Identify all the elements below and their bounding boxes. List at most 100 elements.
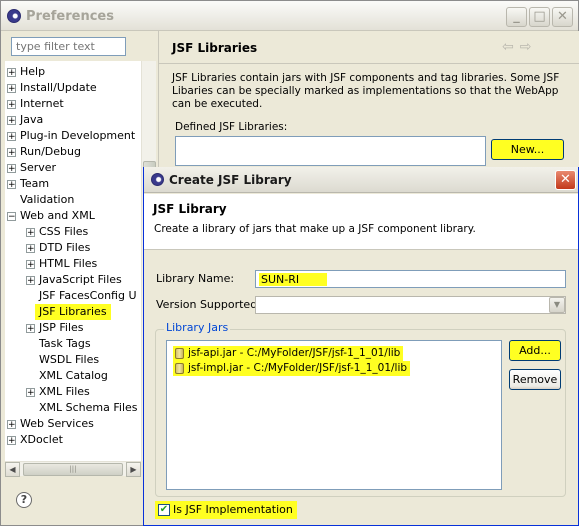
filter-input[interactable]	[11, 37, 126, 56]
tree-item-label: Server	[20, 161, 57, 174]
tree-item[interactable]: + Team	[5, 176, 141, 192]
preferences-tree[interactable]: + Help + Install/Update + Internet + Java + Plug-…	[5, 61, 141, 461]
close-button[interactable]: ✕	[552, 7, 573, 27]
jar-icon	[175, 363, 184, 374]
defined-libraries-list[interactable]	[175, 136, 486, 166]
tree-item-label: JSP Files	[39, 321, 84, 334]
tree-item-label: Web and XML	[20, 209, 95, 222]
tree-item[interactable]: + JSP Files	[5, 320, 141, 336]
chevron-left-icon: ◀	[9, 465, 16, 474]
add-jar-button[interactable]: Add...	[509, 340, 561, 361]
page-description: JSF Libraries contain jars with JSF comp…	[172, 72, 560, 110]
tree-item[interactable]: XML Schema Files	[5, 400, 141, 416]
eclipse-icon	[7, 9, 21, 23]
tree-item[interactable]: + HTML Files	[5, 256, 141, 272]
tree-item-label: JSF Libraries	[35, 304, 111, 320]
library-name-input[interactable]: SUN-RI	[255, 270, 566, 288]
tree-item-label: HTML Files	[39, 257, 98, 270]
tree-item[interactable]: Task Tags	[5, 336, 141, 352]
version-supported-label: Version Supported:	[156, 298, 261, 311]
tree-item[interactable]: − Web and XML	[5, 208, 141, 224]
jar-label: jsf-api.jar - C:/MyFolder/JSF/jsf-1_1_01…	[188, 347, 401, 359]
tree-item-label: CSS Files	[39, 225, 89, 238]
tree-item-label: Team	[20, 177, 50, 190]
tree-item-label: DTD Files	[39, 241, 91, 254]
expand-icon[interactable]: +	[7, 164, 16, 174]
checkbox-checked-icon[interactable]: ✔	[158, 504, 170, 516]
expand-icon[interactable]: +	[7, 100, 16, 110]
expand-icon[interactable]: +	[7, 436, 16, 446]
tree-item-label: WSDL Files	[39, 353, 100, 366]
maximize-icon: □	[533, 9, 546, 24]
minimize-button[interactable]: _	[506, 7, 527, 27]
chevron-down-icon[interactable]: ▼	[549, 297, 565, 313]
is-jsf-implementation-checkbox[interactable]: ✔ Is JSF Implementation	[155, 501, 297, 519]
expand-icon[interactable]: +	[7, 84, 16, 94]
dialog-title: Create JSF Library	[169, 173, 292, 187]
expand-icon[interactable]: +	[7, 68, 16, 78]
remove-jar-button[interactable]: Remove	[509, 369, 561, 390]
tree-item[interactable]: + Web Services	[5, 416, 141, 432]
tree-item[interactable]: + Plug-in Development	[5, 128, 141, 144]
expand-icon[interactable]: +	[26, 260, 35, 270]
tree-item[interactable]: XML Catalog	[5, 368, 141, 384]
header-separator	[159, 63, 579, 64]
defined-libraries-label: Defined JSF Libraries:	[175, 121, 288, 133]
tree-item-label: XDoclet	[20, 433, 63, 446]
dialog-titlebar[interactable]: Create JSF Library ✕	[144, 167, 578, 193]
tree-item-label: XML Files	[39, 385, 90, 398]
tree-item[interactable]: WSDL Files	[5, 352, 141, 368]
tree-item[interactable]: + Internet	[5, 96, 141, 112]
forward-arrow-icon[interactable]: ⇨	[520, 39, 538, 55]
tree-item[interactable]: + XML Files	[5, 384, 141, 400]
expand-icon[interactable]: +	[26, 244, 35, 254]
expand-icon[interactable]: +	[26, 228, 35, 238]
expand-icon[interactable]: +	[7, 148, 16, 158]
expand-icon[interactable]: +	[7, 132, 16, 142]
tree-item[interactable]: + Help	[5, 64, 141, 80]
library-name-label: Library Name:	[156, 272, 235, 285]
collapse-icon[interactable]: −	[7, 212, 16, 222]
tree-item[interactable]: + Install/Update	[5, 80, 141, 96]
tree-item[interactable]: + XDoclet	[5, 432, 141, 448]
chevron-right-icon: ▶	[130, 465, 137, 474]
version-supported-select[interactable]: ▼	[255, 296, 566, 314]
horizontal-scroll-thumb[interactable]: |||	[23, 463, 123, 476]
library-name-value: SUN-RI	[259, 273, 328, 286]
expand-icon[interactable]: +	[7, 420, 16, 430]
dialog-close-button[interactable]: ✕	[555, 170, 576, 190]
scroll-right-button[interactable]: ▶	[126, 462, 141, 477]
tree-item[interactable]: JSF FacesConfig U	[5, 288, 141, 304]
expand-icon[interactable]: +	[7, 180, 16, 190]
tree-item[interactable]: + Java	[5, 112, 141, 128]
dialog-header-title: JSF Library	[153, 202, 227, 216]
jar-label: jsf-impl.jar - C:/MyFolder/JSF/jsf-1_1_0…	[188, 362, 408, 374]
tree-item[interactable]: + Run/Debug	[5, 144, 141, 160]
list-item[interactable]: jsf-api.jar - C:/MyFolder/JSF/jsf-1_1_01…	[173, 346, 404, 361]
tree-item[interactable]: + CSS Files	[5, 224, 141, 240]
library-jars-group-label: Library Jars	[164, 321, 231, 334]
dialog-header-description: Create a library of jars that make up a …	[154, 223, 476, 235]
tree-item[interactable]: Validation	[5, 192, 141, 208]
maximize-button[interactable]: □	[529, 7, 550, 27]
list-item[interactable]: jsf-impl.jar - C:/MyFolder/JSF/jsf-1_1_0…	[173, 361, 411, 376]
expand-icon[interactable]: +	[26, 388, 35, 398]
preferences-titlebar[interactable]: Preferences _ □ ✕	[1, 1, 578, 31]
tree-item-label: Validation	[20, 193, 75, 206]
library-jars-list[interactable]: jsf-api.jar - C:/MyFolder/JSF/jsf-1_1_01…	[166, 340, 502, 490]
tree-item-label: JSF FacesConfig U	[39, 289, 137, 302]
help-icon[interactable]: ?	[16, 492, 32, 508]
scroll-left-button[interactable]: ◀	[5, 462, 20, 477]
expand-icon[interactable]: +	[26, 324, 35, 334]
tree-item[interactable]: + DTD Files	[5, 240, 141, 256]
tree-item[interactable]: JSF Libraries	[5, 304, 141, 320]
page-title: JSF Libraries	[172, 41, 258, 55]
expand-icon[interactable]: +	[26, 276, 35, 286]
tree-item[interactable]: + JavaScript Files	[5, 272, 141, 288]
tree-item[interactable]: + Server	[5, 160, 141, 176]
expand-icon[interactable]: +	[7, 116, 16, 126]
back-arrow-icon[interactable]: ⇦	[502, 39, 520, 55]
dialog-header: JSF Library Create a library of jars tha…	[144, 194, 578, 250]
new-library-button[interactable]: New...	[491, 139, 564, 160]
tree-horizontal-scrollbar[interactable]: ◀ ||| ▶	[5, 461, 141, 477]
